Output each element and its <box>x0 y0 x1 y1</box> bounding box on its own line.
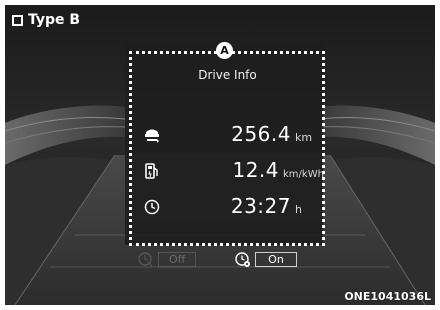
reset-on-option[interactable]: On <box>234 251 297 268</box>
car-trip-icon <box>145 129 159 143</box>
reset-auto-icon <box>235 252 250 267</box>
figure-code: ONE1041036L <box>344 290 431 303</box>
type-label: Type B <box>12 11 80 29</box>
distance-row: 256.4 km <box>137 122 319 148</box>
efficiency-unit: km/kWh <box>283 169 324 180</box>
cluster-display: Type B A Drive Info 256.4 km 12.4 km/kWh <box>5 5 435 305</box>
efficiency-value: 12.4 <box>232 158 279 182</box>
figure-frame: Type B A Drive Info 256.4 km 12.4 km/kWh <box>0 0 440 310</box>
callout-marker: A <box>216 42 233 59</box>
time-unit: h <box>295 203 302 216</box>
distance-unit: km <box>295 131 313 144</box>
reset-off-option[interactable]: Off <box>137 251 197 268</box>
reset-off-icon <box>138 252 153 267</box>
clock-icon <box>144 199 160 215</box>
drive-info-title: Drive Info <box>198 68 257 82</box>
reset-off-button[interactable]: Off <box>158 252 197 267</box>
time-row: 23:27 h <box>137 194 319 220</box>
type-checkbox-glyph <box>12 14 23 26</box>
time-value: 23:27 <box>230 194 291 218</box>
reset-on-button[interactable]: On <box>255 252 297 267</box>
efficiency-row: 12.4 km/kWh <box>137 158 324 184</box>
type-label-text: Type B <box>28 12 81 28</box>
distance-value: 256.4 <box>231 122 291 146</box>
fuel-pump-icon <box>145 163 158 179</box>
